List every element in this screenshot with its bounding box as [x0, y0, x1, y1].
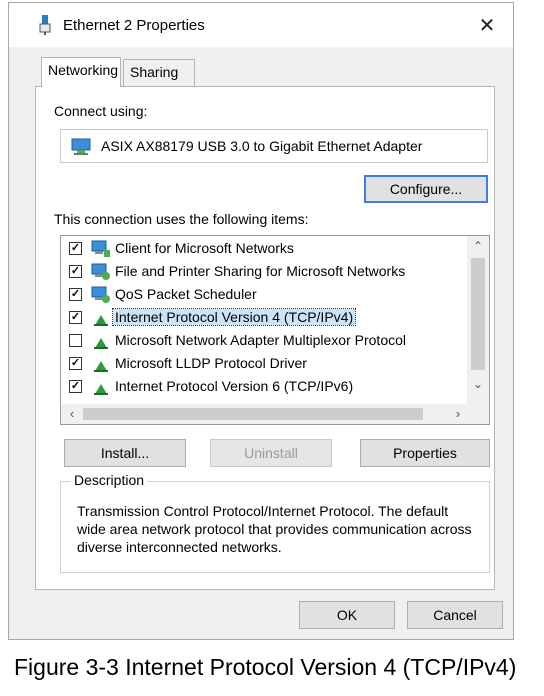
adapter-field: ASIX AX88179 USB 3.0 to Gigabit Ethernet… — [60, 129, 488, 163]
list-item[interactable]: Microsoft Network Adapter Multiplexor Pr… — [61, 330, 463, 352]
list-item[interactable]: ✓ File and Printer Sharing for Microsoft… — [61, 261, 463, 283]
list-item[interactable]: ✓ QoS Packet Scheduler — [61, 284, 463, 306]
item-label: Client for Microsoft Networks — [115, 240, 294, 256]
horizontal-scrollbar[interactable]: ‹ › — [61, 404, 469, 424]
item-label: Internet Protocol Version 4 (TCP/IPv4) — [111, 308, 357, 326]
scroll-left-icon[interactable]: ‹ — [61, 404, 83, 424]
network-card-icon — [71, 138, 91, 155]
window-title: Ethernet 2 Properties — [63, 17, 205, 34]
cancel-button[interactable]: Cancel — [407, 601, 503, 629]
protocol-icon — [94, 315, 108, 326]
list-item[interactable]: ✓ Microsoft LLDP Protocol Driver — [61, 353, 463, 375]
service-icon — [91, 263, 110, 280]
list-item[interactable]: ✓ Internet Protocol Version 6 (TCP/IPv6) — [61, 376, 463, 398]
item-checkbox[interactable]: ✓ — [69, 288, 82, 301]
tab-networking[interactable]: Networking — [41, 57, 121, 87]
item-checkbox[interactable]: ✓ — [69, 242, 82, 255]
properties-dialog: Ethernet 2 Properties ✕ Networking Shari… — [8, 2, 514, 640]
item-label: Microsoft Network Adapter Multiplexor Pr… — [115, 332, 406, 348]
protocol-icon — [94, 338, 108, 349]
scroll-corner — [467, 402, 489, 424]
list-item[interactable]: ✓ Client for Microsoft Networks — [61, 238, 463, 260]
figure-caption: Figure 3-3 Internet Protocol Version 4 (… — [14, 654, 517, 680]
description-title: Description — [71, 472, 148, 488]
networking-panel: Connect using: ASIX AX88179 USB 3.0 to G… — [35, 86, 495, 590]
item-label: File and Printer Sharing for Microsoft N… — [115, 263, 406, 279]
client-icon — [91, 240, 110, 257]
item-checkbox[interactable]: ✓ — [69, 380, 82, 393]
uninstall-button[interactable]: Uninstall — [210, 439, 332, 467]
item-checkbox[interactable] — [69, 334, 82, 347]
scroll-up-icon[interactable]: ⌃ — [467, 236, 489, 256]
vertical-scrollbar[interactable]: ⌃ ⌄ — [467, 236, 489, 404]
configure-button[interactable]: Configure... — [364, 175, 488, 203]
protocol-icon — [94, 384, 108, 395]
scroll-down-icon[interactable]: ⌄ — [467, 374, 489, 394]
adapter-name: ASIX AX88179 USB 3.0 to Gigabit Ethernet… — [101, 138, 423, 154]
tab-sharing[interactable]: Sharing — [123, 59, 195, 86]
network-adapter-icon — [39, 15, 51, 35]
service-icon — [91, 286, 110, 303]
install-button[interactable]: Install... — [64, 439, 186, 467]
ok-button[interactable]: OK — [299, 601, 395, 629]
item-checkbox[interactable]: ✓ — [69, 311, 82, 324]
item-label: Internet Protocol Version 6 (TCP/IPv6) — [115, 378, 354, 394]
item-checkbox[interactable]: ✓ — [69, 265, 82, 278]
list-item[interactable]: ✓ Internet Protocol Version 4 (TCP/IPv4) — [61, 307, 463, 329]
item-checkbox[interactable]: ✓ — [69, 357, 82, 370]
protocol-icon — [94, 361, 108, 372]
scroll-right-icon[interactable]: › — [447, 404, 469, 424]
connect-using-label: Connect using: — [54, 103, 148, 119]
vertical-scroll-thumb[interactable] — [471, 258, 485, 370]
description-group: Description Transmission Control Protoco… — [60, 472, 490, 573]
properties-button[interactable]: Properties — [360, 439, 490, 467]
close-button[interactable]: ✕ — [473, 11, 501, 39]
horizontal-scroll-thumb[interactable] — [83, 408, 423, 420]
item-label: QoS Packet Scheduler — [115, 286, 257, 302]
description-text: Transmission Control Protocol/Internet P… — [77, 503, 472, 555]
items-label: This connection uses the following items… — [54, 211, 309, 227]
items-list[interactable]: ✓ Client for Microsoft Networks ✓ File a… — [60, 235, 490, 425]
item-label: Microsoft LLDP Protocol Driver — [115, 355, 307, 371]
title-bar: Ethernet 2 Properties ✕ — [9, 3, 513, 47]
